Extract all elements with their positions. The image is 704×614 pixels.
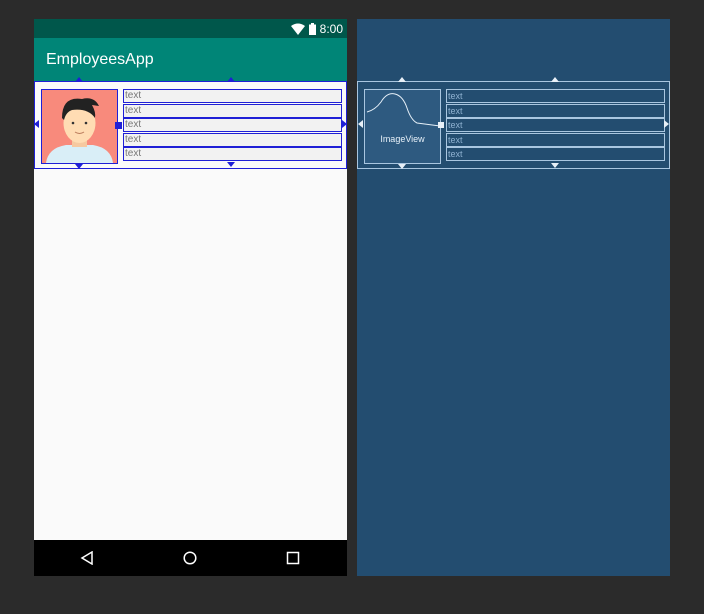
back-button[interactable] (67, 540, 107, 576)
image-view-label: ImageView (380, 134, 425, 144)
recents-square-icon (286, 551, 300, 565)
recents-button[interactable] (273, 540, 313, 576)
blueprint-view: ImageView text text text text text (357, 19, 670, 576)
text-view-1[interactable]: text (123, 89, 342, 103)
blueprint-text-view-1[interactable]: text (446, 89, 665, 103)
constraint-right-arrow[interactable] (664, 120, 669, 128)
blueprint-text-view-2[interactable]: text (446, 104, 665, 118)
blueprint-text-view-3[interactable]: text (446, 118, 665, 132)
constraint-top-arrow[interactable] (398, 77, 406, 82)
blueprint-text-view-5[interactable]: text (446, 147, 665, 161)
app-title: EmployeesApp (46, 51, 154, 68)
app-bar: EmployeesApp (34, 38, 347, 81)
employee-list-item[interactable]: text text text text text (34, 77, 347, 169)
back-triangle-icon (80, 551, 93, 565)
home-circle-icon (183, 551, 197, 565)
status-time: 8:00 (319, 21, 343, 36)
constraint-right-arrow[interactable] (342, 120, 347, 128)
text-view-2[interactable]: text (123, 104, 342, 118)
constraint-left-arrow[interactable] (34, 120, 39, 128)
text-view-3[interactable]: text (123, 118, 342, 132)
text-view-5[interactable]: text (123, 147, 342, 161)
constraint-left-arrow[interactable] (358, 120, 363, 128)
resize-handle[interactable] (438, 122, 444, 128)
constraint-bottom-arrow[interactable] (75, 164, 83, 169)
constraint-bottom-arrow[interactable] (398, 164, 406, 169)
constraint-top-arrow[interactable] (75, 77, 83, 82)
blueprint-list-item[interactable]: ImageView text text text text text (357, 77, 670, 169)
wifi-icon (290, 23, 305, 35)
constraint-top-arrow[interactable] (227, 77, 235, 82)
blueprint-image-view[interactable]: ImageView (364, 89, 441, 164)
design-view: 8:00 EmployeesApp text text text text te… (34, 19, 347, 576)
text-view-4[interactable]: text (123, 133, 342, 147)
blueprint-text-view-4[interactable]: text (446, 133, 665, 147)
employee-avatar[interactable] (41, 89, 118, 164)
resize-handle[interactable] (115, 122, 122, 129)
battery-icon (308, 22, 316, 35)
status-bar: 8:00 (34, 19, 347, 38)
constraint-top-arrow[interactable] (551, 77, 559, 82)
person-avatar-icon (42, 90, 117, 163)
navigation-bar (34, 540, 347, 576)
constraint-bottom-arrow[interactable] (227, 162, 235, 167)
constraint-bottom-arrow[interactable] (551, 163, 559, 168)
image-placeholder-icon (366, 93, 440, 127)
home-button[interactable] (170, 540, 210, 576)
